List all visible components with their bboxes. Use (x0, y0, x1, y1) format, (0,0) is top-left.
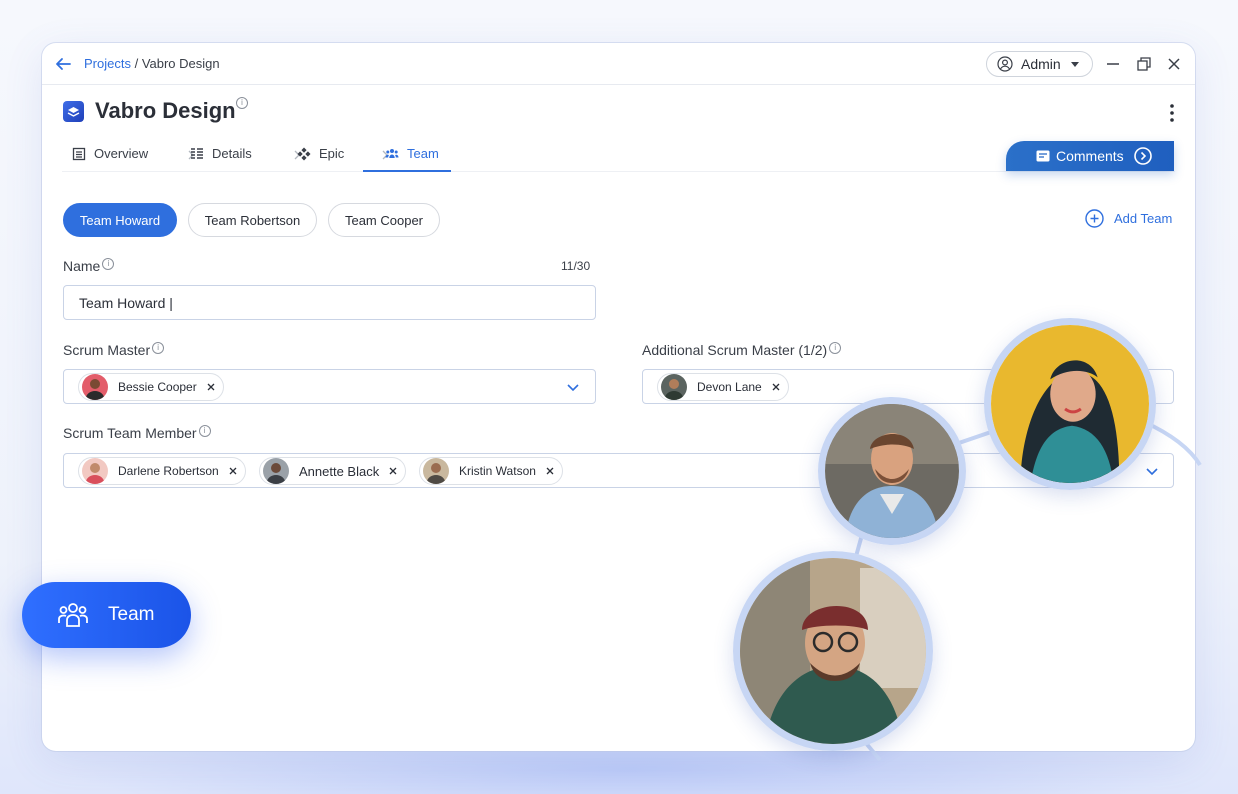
info-icon[interactable]: i (236, 97, 248, 109)
minimize-icon[interactable] (1105, 56, 1121, 72)
avatar (82, 374, 108, 400)
plus-circle-icon (1085, 209, 1104, 228)
add-team-label: Add Team (1114, 211, 1173, 226)
page-title: Vabro Design (95, 98, 236, 123)
team-pill-robertson[interactable]: Team Robertson (188, 203, 317, 237)
arrow-right-circle-icon (1133, 147, 1152, 165)
comment-icon (1036, 150, 1050, 162)
info-icon[interactable]: i (829, 342, 842, 354)
user-menu-button[interactable]: Admin (986, 51, 1093, 77)
add-team-button[interactable]: Add Team (1085, 209, 1172, 228)
members-label-text: Scrum Team Member (63, 425, 197, 441)
scrum-master-select[interactable]: Bessie Cooper (63, 369, 596, 404)
restore-icon[interactable] (1136, 56, 1152, 72)
name-label-text: Name (63, 258, 101, 274)
comments-label: Comments (1056, 148, 1124, 164)
remove-icon[interactable] (772, 383, 780, 391)
scrum-team-member-label: Scrum Team Member i (63, 425, 211, 442)
more-vertical-icon[interactable] (1166, 103, 1178, 123)
breadcrumb-current: Vabro Design (141, 56, 220, 71)
back-arrow-icon[interactable] (54, 55, 72, 73)
close-icon[interactable] (1166, 56, 1182, 72)
additional-scrum-master-label: Additional Scrum Master (1/2) i (642, 342, 842, 359)
info-icon[interactable]: i (152, 342, 165, 354)
avatar (263, 458, 289, 484)
info-icon[interactable]: i (198, 425, 211, 437)
breadcrumb-separator: / (130, 56, 142, 71)
person-name: Annette Black (299, 463, 380, 479)
tab-label: Overview (94, 146, 149, 161)
team-floating-label: Team (108, 604, 155, 625)
person-name: Kristin Watson (459, 464, 536, 478)
person-chip: Kristin Watson (419, 457, 563, 485)
avatar (423, 458, 449, 484)
team-pill-howard[interactable]: Team Howard (63, 203, 177, 237)
profile-photo-man-beanie (733, 551, 933, 751)
project-logo-icon (63, 101, 84, 122)
chevron-down-icon (1146, 468, 1158, 476)
team-floating-button[interactable]: Team (22, 582, 191, 648)
additional-label-text: Additional Scrum Master (1/2) (642, 342, 828, 358)
user-circle-icon (997, 56, 1013, 72)
remove-icon[interactable] (207, 383, 215, 391)
profile-photo-man-denim (818, 397, 966, 545)
profile-photo-woman (984, 318, 1156, 490)
team-icon (58, 603, 88, 627)
team-icon (385, 149, 399, 158)
remove-icon[interactable] (546, 467, 554, 475)
details-icon (191, 148, 203, 159)
name-label: Name i (63, 258, 115, 275)
team-pill-cooper[interactable]: Team Cooper (328, 203, 440, 237)
scrum-master-label-text: Scrum Master (63, 342, 151, 358)
tab-label: Epic (319, 146, 345, 161)
avatar (82, 458, 108, 484)
avatar (661, 374, 687, 400)
person-name: Devon Lane (697, 380, 762, 394)
person-chip: Annette Black (259, 457, 407, 485)
overview-icon (72, 147, 86, 161)
person-chip: Darlene Robertson (78, 457, 246, 485)
chevron-down-icon (567, 384, 579, 392)
breadcrumb: Projects / Vabro Design (84, 56, 220, 71)
tab-overview[interactable]: Overview (72, 146, 148, 172)
remove-icon[interactable] (229, 467, 237, 475)
tab-details[interactable]: Details (190, 146, 252, 172)
breadcrumb-projects-link[interactable]: Projects (84, 56, 131, 71)
scrum-master-label: Scrum Master i (63, 342, 165, 359)
team-name-input[interactable] (63, 285, 596, 320)
person-name: Darlene Robertson (118, 464, 219, 478)
epic-icon (297, 147, 311, 161)
info-icon[interactable]: i (102, 258, 115, 270)
tab-label: Team (407, 146, 439, 161)
caret-down-icon (1070, 61, 1079, 67)
comments-button[interactable]: Comments (1006, 141, 1174, 171)
user-menu-label: Admin (1021, 56, 1061, 72)
person-name: Bessie Cooper (118, 380, 197, 394)
name-char-counter: 11/30 (561, 259, 591, 273)
tab-team[interactable]: Team (363, 146, 451, 172)
remove-icon[interactable] (389, 467, 397, 475)
person-chip: Bessie Cooper (78, 373, 224, 401)
person-chip: Devon Lane (657, 373, 789, 401)
top-bar: Projects / Vabro Design Admin (42, 43, 1195, 85)
tab-label: Details (212, 146, 252, 161)
tab-epic[interactable]: Epic (297, 146, 344, 172)
